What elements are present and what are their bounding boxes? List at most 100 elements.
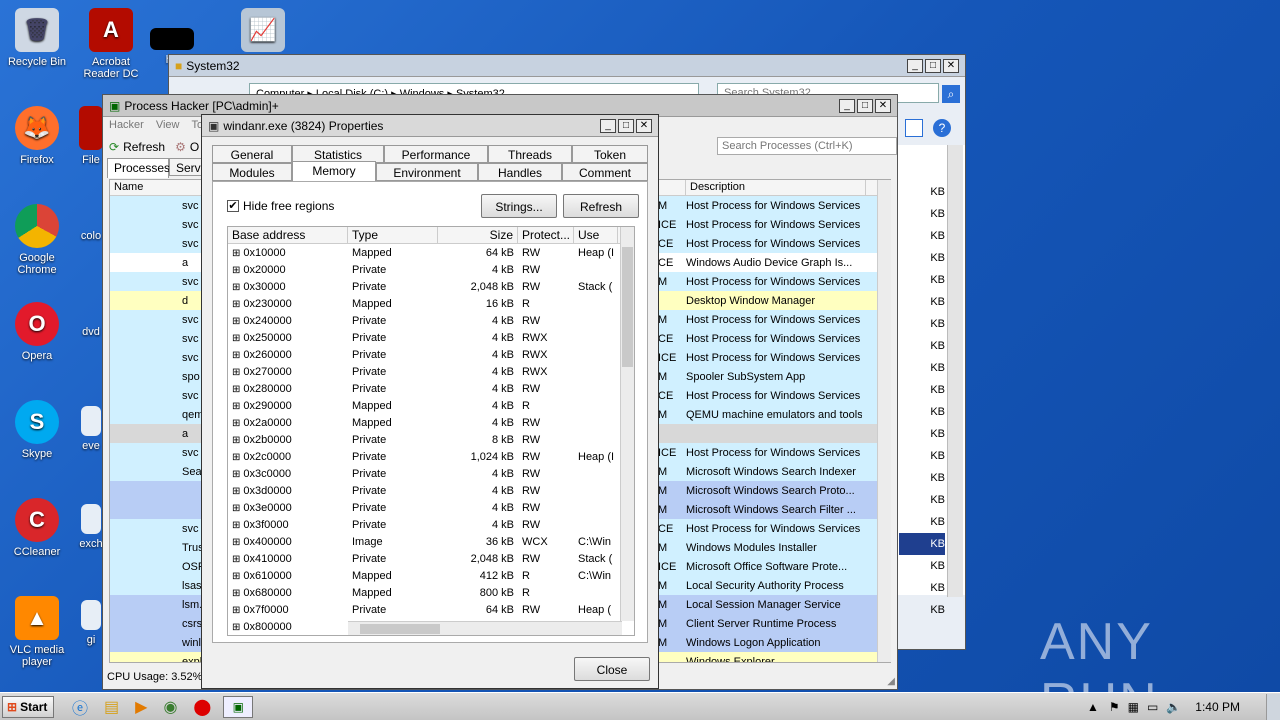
expand-icon[interactable]: ⊞ xyxy=(232,622,240,633)
preview-pane-icon[interactable] xyxy=(905,119,923,137)
desktop-icon-firefox[interactable]: 🦊 Firefox xyxy=(0,106,74,166)
memory-hscroll[interactable] xyxy=(348,621,622,635)
desktop-icon-ccleaner[interactable]: C CCleaner xyxy=(0,498,74,558)
expand-icon[interactable]: ⊞ xyxy=(232,350,240,361)
close-dialog-button[interactable]: Close xyxy=(574,657,650,681)
properties-window[interactable]: ▣ windanr.exe (3824) Properties _ □ ✕ Ge… xyxy=(201,114,659,689)
maximize-button[interactable]: □ xyxy=(925,58,941,73)
tab-handles[interactable]: Handles xyxy=(478,163,562,181)
desktop-icon-recycle-bin[interactable]: 🗑 Recycle Bin xyxy=(0,8,74,68)
tab-services[interactable]: Servic xyxy=(169,158,205,176)
tray-arrow-icon[interactable]: ▲ xyxy=(1087,700,1099,714)
minimize-button[interactable]: _ xyxy=(839,98,855,113)
explorer-titlebar[interactable]: ■ System32 _ □ ✕ xyxy=(169,55,965,77)
desktop-icon-monitor[interactable]: 📈 xyxy=(226,8,300,56)
desktop-icon-chrome[interactable]: Google Chrome xyxy=(0,204,74,276)
maximize-button[interactable]: □ xyxy=(618,118,634,133)
memory-row[interactable]: ⊞ 0x10000 Mapped 64 kB RW Heap (I xyxy=(228,244,634,261)
start-button[interactable]: ⊞ Start xyxy=(2,695,54,718)
tab-environment[interactable]: Environment xyxy=(376,163,478,181)
expand-icon[interactable]: ⊞ xyxy=(232,469,240,480)
minimize-button[interactable]: _ xyxy=(907,58,923,73)
tab-comment[interactable]: Comment xyxy=(562,163,648,181)
resize-grip-icon[interactable]: ◢ xyxy=(887,676,895,687)
expand-icon[interactable]: ⊞ xyxy=(232,367,240,378)
memory-vscroll[interactable] xyxy=(620,227,634,621)
col-size[interactable]: Size xyxy=(438,227,518,243)
refresh-button[interactable]: Refresh xyxy=(123,140,165,154)
close-button[interactable]: ✕ xyxy=(943,58,959,73)
memory-row[interactable]: ⊞ 0x2a0000 Mapped 4 kB RW xyxy=(228,414,634,431)
col-type[interactable]: Type xyxy=(348,227,438,243)
memory-row[interactable]: ⊞ 0x400000 Image 36 kB WCX C:\Win xyxy=(228,533,634,550)
expand-icon[interactable]: ⊞ xyxy=(232,248,240,259)
volume-icon[interactable]: 🔈 xyxy=(1166,700,1181,714)
expand-icon[interactable]: ⊞ xyxy=(232,554,240,565)
memory-row[interactable]: ⊞ 0x240000 Private 4 kB RW xyxy=(228,312,634,329)
show-desktop-button[interactable] xyxy=(1266,693,1280,720)
tab-general[interactable]: General xyxy=(212,145,292,163)
expand-icon[interactable]: ⊞ xyxy=(232,282,240,293)
memory-row[interactable]: ⊞ 0x3c0000 Private 4 kB RW xyxy=(228,465,634,482)
memory-row[interactable]: ⊞ 0x2b0000 Private 8 kB RW xyxy=(228,431,634,448)
memory-row[interactable]: ⊞ 0x260000 Private 4 kB RWX xyxy=(228,346,634,363)
memory-row[interactable]: ⊞ 0x680000 Mapped 800 kB R xyxy=(228,584,634,601)
process-list-scrollbar[interactable] xyxy=(877,180,891,662)
media-player-icon[interactable]: ▶ xyxy=(135,697,147,717)
menu-hacker[interactable]: Hacker xyxy=(109,119,144,137)
search-icon[interactable]: ⌕ xyxy=(942,85,960,103)
expand-icon[interactable]: ⊞ xyxy=(232,571,240,582)
expand-icon[interactable]: ⊞ xyxy=(232,265,240,276)
tab-token[interactable]: Token xyxy=(572,145,648,163)
expand-icon[interactable]: ⊞ xyxy=(232,588,240,599)
memory-row[interactable]: ⊞ 0x20000 Private 4 kB RW xyxy=(228,261,634,278)
tab-memory[interactable]: Memory xyxy=(292,161,376,181)
expand-icon[interactable]: ⊞ xyxy=(232,316,240,327)
tab-performance[interactable]: Performance xyxy=(384,145,488,163)
close-button[interactable]: ✕ xyxy=(875,98,891,113)
ie-icon[interactable]: ⓔ xyxy=(72,695,88,719)
opera-taskbar-icon[interactable]: ⬤ xyxy=(193,697,211,717)
expand-icon[interactable]: ⊞ xyxy=(232,486,240,497)
hide-free-checkbox[interactable]: ✔ xyxy=(227,200,239,212)
ph-search-field[interactable]: Search Processes (Ctrl+K) xyxy=(717,137,897,155)
memory-row[interactable]: ⊞ 0x250000 Private 4 kB RWX xyxy=(228,329,634,346)
strings-button[interactable]: Strings... xyxy=(481,194,557,218)
desktop-icon-opera[interactable]: O Opera xyxy=(0,302,74,362)
memory-row[interactable]: ⊞ 0x3e0000 Private 4 kB RW xyxy=(228,499,634,516)
refresh-button[interactable]: Refresh xyxy=(563,194,639,218)
desktop-icon-acrobat[interactable]: A Acrobat Reader DC xyxy=(74,8,148,80)
desktop-icon-vlc[interactable]: ▲ VLC media player xyxy=(0,596,74,668)
network-icon[interactable]: ▦ xyxy=(1128,700,1139,714)
memory-row[interactable]: ⊞ 0x30000 Private 2,048 kB RW Stack ( xyxy=(228,278,634,295)
memory-row[interactable]: ⊞ 0x230000 Mapped 16 kB R xyxy=(228,295,634,312)
col-use[interactable]: Use xyxy=(574,227,618,243)
memory-row[interactable]: ⊞ 0x410000 Private 2,048 kB RW Stack ( xyxy=(228,550,634,567)
expand-icon[interactable]: ⊞ xyxy=(232,503,240,514)
hscroll-thumb[interactable] xyxy=(360,624,440,634)
display-icon[interactable]: ▭ xyxy=(1147,700,1158,714)
tab-threads[interactable]: Threads xyxy=(488,145,572,163)
memory-row[interactable]: ⊞ 0x270000 Private 4 kB RWX xyxy=(228,363,634,380)
memory-table[interactable]: Base address Type Size Protect... Use ⊞ 0… xyxy=(227,226,635,636)
options-button[interactable]: O xyxy=(190,140,199,154)
expand-icon[interactable]: ⊞ xyxy=(232,605,240,616)
process-hacker-taskbar-icon[interactable]: ▣ xyxy=(223,695,254,718)
expand-icon[interactable]: ⊞ xyxy=(232,401,240,412)
properties-titlebar[interactable]: ▣ windanr.exe (3824) Properties _ □ ✕ xyxy=(202,115,658,137)
expand-icon[interactable]: ⊞ xyxy=(232,520,240,531)
explorer-taskbar-icon[interactable]: ▤ xyxy=(104,697,119,717)
help-icon[interactable]: ? xyxy=(933,119,951,137)
maximize-button[interactable]: □ xyxy=(857,98,873,113)
chrome-taskbar-icon[interactable]: ◉ xyxy=(163,697,177,717)
clock[interactable]: 1:40 PM xyxy=(1195,700,1240,714)
vscroll-thumb[interactable] xyxy=(622,247,633,367)
explorer-scrollbar[interactable] xyxy=(947,145,963,597)
minimize-button[interactable]: _ xyxy=(600,118,616,133)
memory-row[interactable]: ⊞ 0x7f0000 Private 64 kB RW Heap ( xyxy=(228,601,634,618)
memory-row[interactable]: ⊞ 0x2c0000 Private 1,024 kB RW Heap (I xyxy=(228,448,634,465)
memory-row[interactable]: ⊞ 0x280000 Private 4 kB RW xyxy=(228,380,634,397)
memory-row[interactable]: ⊞ 0x610000 Mapped 412 kB R C:\Win xyxy=(228,567,634,584)
tab-processes[interactable]: Processes xyxy=(107,158,170,178)
expand-icon[interactable]: ⊞ xyxy=(232,418,240,429)
